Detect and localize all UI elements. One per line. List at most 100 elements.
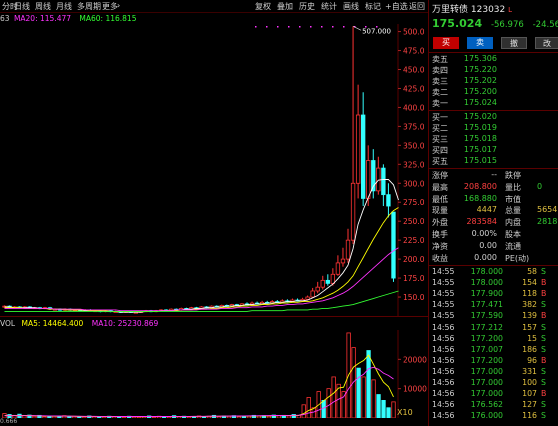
draw-line-button[interactable]: 画线 bbox=[343, 1, 359, 12]
signal-marker bbox=[332, 26, 334, 28]
modify-order-button[interactable]: 改 bbox=[535, 37, 558, 49]
tick-row: 14:56 177.200 96 B bbox=[429, 356, 558, 367]
main-indicator-legend: 63 MA20: 115.477 MA60: 116.815 bbox=[0, 14, 136, 24]
tick-side: S bbox=[541, 300, 546, 310]
ask-row[interactable]: 卖三 175.202 bbox=[429, 76, 558, 87]
cancel-order-button[interactable]: 撤 bbox=[501, 37, 527, 49]
tick-time: 14:56 bbox=[432, 389, 455, 399]
back-button[interactable]: 返回 bbox=[409, 1, 425, 12]
restore-rights-button[interactable]: 复权 bbox=[255, 1, 271, 12]
signal-marker bbox=[310, 26, 312, 28]
stat-row: 外盘 283584 内盘 2818 bbox=[429, 217, 558, 228]
candle-body bbox=[386, 194, 391, 207]
tab-daily[interactable]: 日线 bbox=[14, 1, 30, 12]
tab-more[interactable]: 更多 bbox=[102, 1, 118, 12]
mark-button[interactable]: 标记 bbox=[365, 1, 381, 12]
price-tick-label: 425.0 bbox=[403, 84, 425, 93]
tick-side: S bbox=[541, 378, 546, 387]
stat-value: 2818 bbox=[537, 217, 558, 227]
price-tick-label: 450.0 bbox=[403, 66, 425, 75]
volume-chart[interactable]: 20000 10000 bbox=[0, 330, 428, 418]
tick-time: 14:56 bbox=[432, 322, 455, 332]
candle-body bbox=[325, 279, 330, 284]
ma-line-magenta bbox=[4, 247, 399, 312]
chart-divider bbox=[0, 316, 428, 317]
tick-volume: 186 bbox=[522, 344, 537, 354]
statistics-button[interactable]: 统计 bbox=[321, 1, 337, 12]
ma-line-yellow bbox=[4, 207, 399, 312]
security-code: 123032 bbox=[470, 5, 506, 15]
tick-side: S bbox=[541, 333, 546, 343]
price-tick-label: 325.0 bbox=[403, 160, 425, 169]
tick-price: 177.000 bbox=[470, 389, 503, 399]
stat-row: 涨停 -- 跌停 bbox=[429, 170, 558, 181]
volume-bar bbox=[366, 350, 371, 418]
price-tick-label: 400.0 bbox=[403, 103, 425, 112]
candle-body bbox=[345, 239, 351, 260]
bid-row[interactable]: 买五 175.015 bbox=[429, 156, 558, 167]
tick-price: 177.471 bbox=[470, 300, 503, 310]
price-tick-label: 275.0 bbox=[403, 198, 425, 207]
tick-row: 14:55 178.000 58 S bbox=[429, 267, 558, 278]
add-watchlist-button[interactable]: +自选 bbox=[385, 1, 408, 12]
ask-row[interactable]: 卖四 175.220 bbox=[429, 65, 558, 76]
tick-price: 177.007 bbox=[470, 344, 503, 354]
tick-row: 14:55 178.000 154 B bbox=[429, 278, 558, 289]
quote-panel: 万里转债 123032 L 175.024 -56.976 -24.56% 买 … bbox=[428, 0, 558, 426]
price-change-pct: -24.56% bbox=[532, 20, 558, 30]
tick-volume: 127 bbox=[522, 400, 537, 410]
stat-value: 5654 bbox=[537, 205, 558, 215]
tick-volume: 118 bbox=[522, 289, 537, 299]
signal-marker bbox=[321, 26, 323, 28]
volume-bar bbox=[326, 388, 331, 418]
tick-side: B bbox=[541, 389, 547, 399]
volume-bar bbox=[32, 415, 37, 418]
bid-row[interactable]: 买一 175.020 bbox=[429, 112, 558, 123]
tick-row: 14:55 177.471 382 S bbox=[429, 300, 558, 311]
tick-side: B bbox=[541, 311, 547, 321]
history-button[interactable]: 历史 bbox=[299, 1, 315, 12]
candle-body bbox=[320, 279, 325, 288]
tab-monthly[interactable]: 月线 bbox=[56, 1, 72, 12]
volume-bar bbox=[42, 416, 47, 418]
bid-row[interactable]: 买四 175.017 bbox=[429, 145, 558, 156]
signal-marker bbox=[266, 26, 268, 28]
volume-bar bbox=[301, 404, 306, 418]
tick-price: 176.000 bbox=[470, 411, 503, 421]
candlestick-chart[interactable]: 500.0 475.0 450.0 425.0 400.0 375.0 350.0 325.0… bbox=[0, 24, 428, 316]
ask-row[interactable]: 卖一 175.024 bbox=[429, 98, 558, 109]
volume-bar bbox=[57, 416, 62, 418]
sell-button[interactable]: 卖 bbox=[467, 37, 493, 49]
stat-label: 换手 bbox=[432, 230, 448, 239]
tick-time: 14:55 bbox=[432, 289, 455, 299]
buy-button[interactable]: 买 bbox=[433, 37, 459, 49]
price-tick-label: 475.0 bbox=[403, 47, 425, 56]
candle-body bbox=[315, 286, 320, 292]
tick-price: 177.200 bbox=[470, 333, 503, 343]
ask-row[interactable]: 卖二 175.200 bbox=[429, 87, 558, 98]
tick-price: 176.562 bbox=[470, 400, 503, 410]
divider bbox=[429, 265, 558, 266]
tick-row: 14:56 176.562 127 S bbox=[429, 400, 558, 411]
more-chevron-icon[interactable]: › bbox=[117, 1, 120, 10]
ask-row[interactable]: 卖五 175.306 bbox=[429, 54, 558, 65]
tab-weekly[interactable]: 周线 bbox=[35, 1, 51, 12]
bid-label: 买四 bbox=[432, 146, 448, 155]
volume-bar bbox=[361, 376, 366, 418]
indicator-prefix: 63 bbox=[0, 14, 10, 23]
tick-side: S bbox=[541, 366, 546, 376]
overlay-button[interactable]: 叠加 bbox=[277, 1, 293, 12]
price-tick-label: 175.0 bbox=[403, 274, 425, 283]
tick-side: S bbox=[541, 322, 546, 332]
peak-pointer bbox=[352, 26, 362, 31]
bid-price: 175.018 bbox=[463, 134, 497, 143]
volume-bar bbox=[102, 416, 107, 418]
tick-time: 14:56 bbox=[432, 344, 455, 354]
tick-volume: 157 bbox=[522, 322, 537, 332]
bid-label: 买二 bbox=[432, 124, 448, 133]
bid-row[interactable]: 买三 175.018 bbox=[429, 134, 558, 145]
bid-row[interactable]: 买二 175.019 bbox=[429, 123, 558, 134]
volume-bar bbox=[246, 415, 252, 418]
stat-value: -- bbox=[491, 170, 497, 179]
tab-multi-period[interactable]: 多周期 bbox=[77, 1, 101, 12]
